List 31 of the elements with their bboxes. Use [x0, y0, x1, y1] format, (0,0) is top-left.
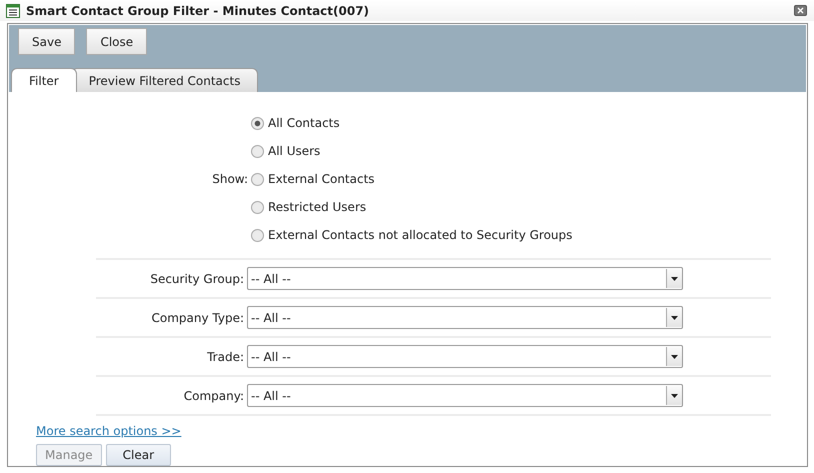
toolbar-button[interactable]: Save — [18, 28, 76, 55]
radio-label: All Users — [268, 144, 320, 158]
radio-label: Restricted Users — [268, 200, 366, 214]
field-label: Company: — [182, 388, 244, 402]
show-label: Show: — [211, 172, 248, 186]
dropdown[interactable]: -- All -- — [247, 306, 683, 329]
radio-button[interactable] — [251, 228, 264, 242]
field-label: Company Type: — [150, 310, 244, 324]
radio-button[interactable] — [251, 144, 264, 158]
toolbar-button[interactable]: Close — [86, 28, 148, 55]
dropdown[interactable]: -- All -- — [247, 384, 683, 407]
dropdown-arrow-icon — [671, 276, 678, 280]
radio-button[interactable] — [251, 172, 264, 186]
radio-button[interactable] — [251, 200, 264, 214]
dropdown[interactable]: -- All -- — [247, 267, 683, 290]
more-search-options-link[interactable]: More search options >> — [36, 424, 182, 438]
tab[interactable]: Filter — [11, 68, 77, 92]
dropdown-arrow-icon — [671, 316, 678, 320]
dropdown-arrow-icon — [671, 394, 678, 398]
dropdown-arrow-icon — [671, 354, 678, 358]
radio-label: External Contacts — [268, 172, 375, 186]
radio-label: External Contacts not allocated to Security Groups — [268, 228, 572, 242]
radio-label: All Contacts — [268, 116, 340, 130]
field-label: Trade: — [206, 350, 244, 364]
dropdown[interactable]: -- All -- — [247, 345, 683, 368]
window-title: Smart Contact Group Filter - Minutes Contact(007) — [26, 4, 370, 18]
close-icon[interactable] — [794, 5, 807, 16]
form-window-icon — [6, 4, 20, 18]
field-label: Security Group: — [149, 272, 244, 286]
radio-button[interactable] — [251, 116, 264, 130]
footer-button[interactable]: Clear — [106, 444, 172, 466]
